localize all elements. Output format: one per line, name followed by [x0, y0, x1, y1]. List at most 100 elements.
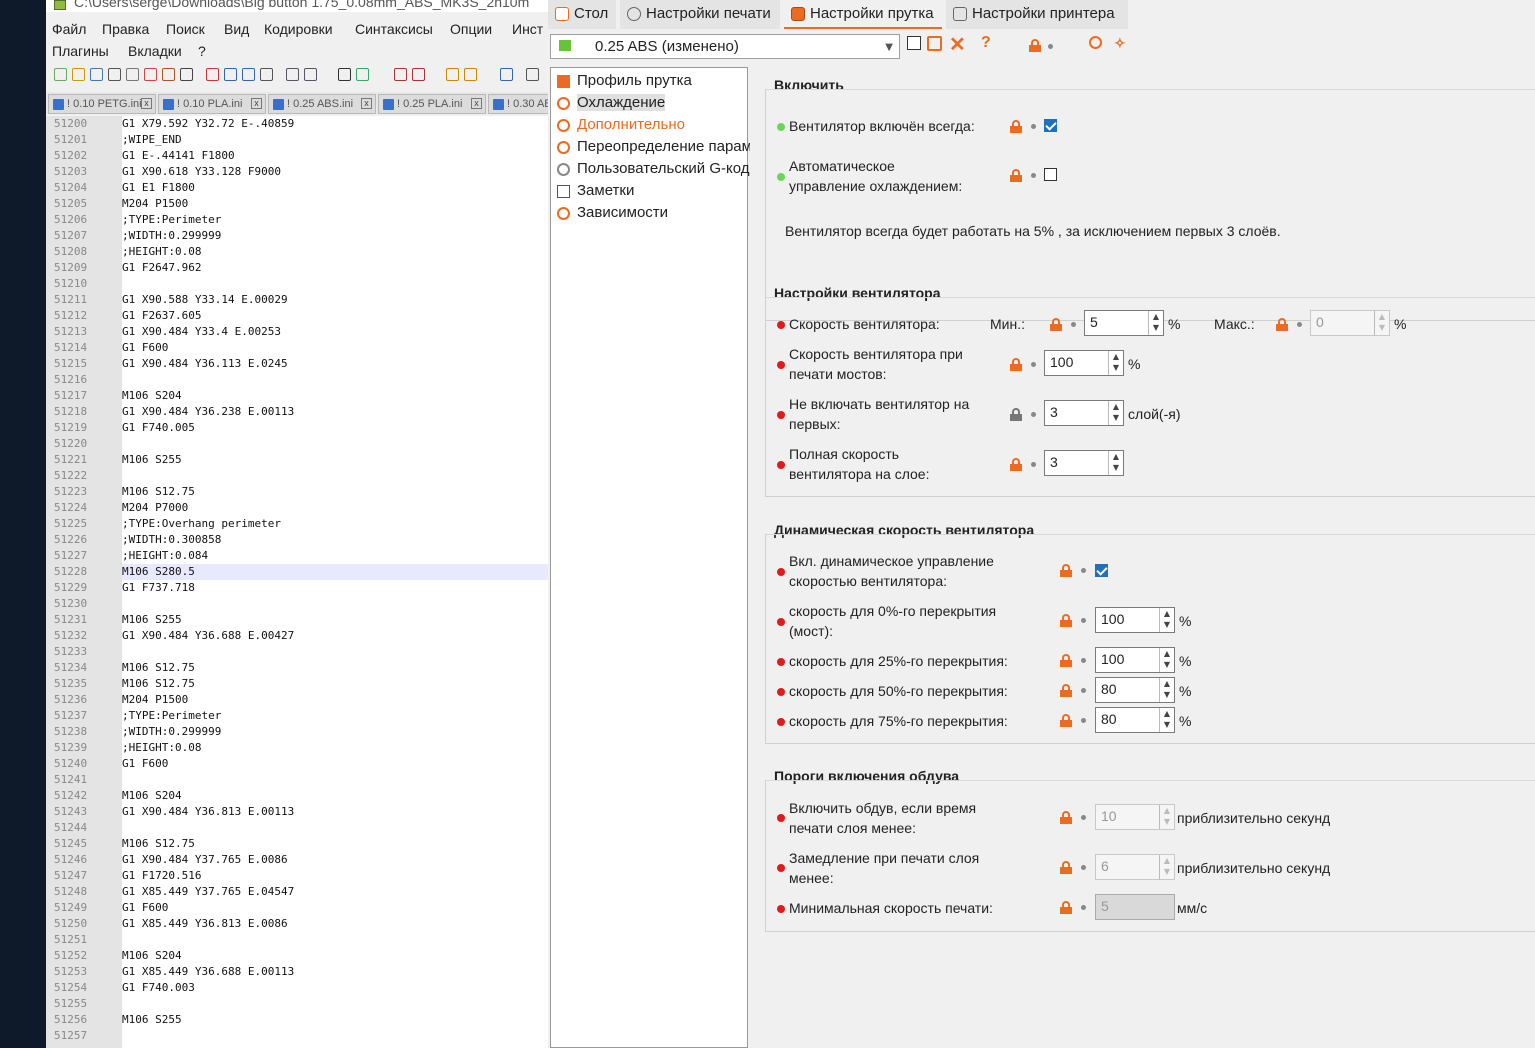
close-icon[interactable]: x — [471, 98, 482, 109]
dynamic-fan-checkbox[interactable] — [1095, 564, 1108, 577]
toolbar-icon[interactable] — [90, 68, 103, 81]
edit-icon[interactable] — [927, 36, 942, 51]
npp-menu-item[interactable]: ? — [198, 43, 206, 59]
npp-file-tab[interactable]: ! 0.30 ABS.inix — [488, 94, 548, 114]
spin-arrows-icon[interactable]: ▲ ▼ — [1159, 608, 1174, 632]
min-print-speed-field[interactable]: 5 — [1095, 894, 1175, 920]
toolbar-icon[interactable] — [412, 68, 425, 81]
npp-file-tab[interactable]: ! 0.10 PLA.ini x — [158, 94, 266, 114]
toolbar-icon[interactable] — [394, 68, 407, 81]
toolbar-icon[interactable] — [304, 68, 317, 81]
tab-printer-settings[interactable]: Настройки принтера — [946, 0, 1128, 29]
npp-menu-item[interactable]: Поиск — [166, 21, 205, 37]
overlap-75-spin[interactable]: 80 ▲ ▼ — [1095, 707, 1175, 733]
npp-menu-item[interactable]: Плагины — [52, 43, 109, 59]
toolbar-icon[interactable] — [464, 68, 477, 81]
spin-arrows-icon[interactable]: ▲ ▼ — [1159, 708, 1174, 732]
overlap-0-spin[interactable]: 100 ▲ ▼ — [1095, 607, 1175, 633]
toolbar-icon[interactable] — [286, 68, 299, 81]
close-icon[interactable]: x — [361, 98, 372, 109]
full-fan-spin[interactable]: 3 ▲ ▼ — [1044, 450, 1124, 476]
toolbar-icon[interactable] — [206, 68, 219, 81]
toolbar-icon[interactable] — [338, 68, 351, 81]
tree-item-overrides[interactable]: Переопределение парам — [557, 138, 752, 158]
delete-icon[interactable]: ✕ — [949, 32, 966, 57]
close-icon[interactable]: x — [141, 98, 152, 109]
search-icon[interactable] — [1089, 36, 1102, 49]
toolbar-icon[interactable] — [526, 68, 539, 81]
fan-always-checkbox[interactable] — [1044, 119, 1057, 132]
toolbar-icon[interactable] — [180, 68, 193, 81]
toolbar-icon[interactable] — [446, 68, 459, 81]
tree-item-advanced[interactable]: Дополнительно — [557, 116, 685, 136]
toolbar-icon[interactable] — [144, 68, 157, 81]
preset-combobox[interactable]: 0.25 ABS (изменено) ▼ — [550, 34, 900, 59]
tab-print-settings[interactable]: Настройки печати — [620, 0, 780, 29]
lock-icon[interactable] — [1010, 408, 1022, 421]
tree-item-cooling[interactable]: Охлаждение — [557, 94, 666, 114]
npp-menu-item[interactable]: Кодировки — [264, 21, 333, 37]
bridge-fan-spin[interactable]: 100 ▲ ▼ — [1044, 350, 1124, 376]
fan-max-spin[interactable]: 0 ▲ ▼ — [1310, 310, 1390, 336]
tree-item-custom-gcode[interactable]: Пользовательский G-код — [557, 160, 750, 180]
toolbar-icon[interactable] — [126, 68, 139, 81]
toolbar-icon[interactable] — [224, 68, 237, 81]
tab-plater[interactable]: Стол — [548, 0, 616, 29]
lock-icon[interactable] — [1050, 318, 1062, 331]
npp-file-tab[interactable]: ! 0.10 PETG.ini x — [48, 94, 156, 114]
tab-filament-settings[interactable]: Настройки прутка — [784, 0, 942, 29]
fan-min-spin[interactable]: 5 ▲ ▼ — [1084, 310, 1164, 336]
spin-arrows-icon[interactable]: ▲ ▼ — [1374, 311, 1389, 335]
toolbar-icon[interactable] — [54, 68, 67, 81]
spin-arrows-icon[interactable]: ▲ ▼ — [1148, 311, 1163, 335]
lock-icon[interactable] — [1060, 654, 1072, 667]
lock-icon[interactable] — [1060, 564, 1072, 577]
lock-icon[interactable] — [1029, 39, 1041, 52]
spin-arrows-icon[interactable]: ▲ ▼ — [1159, 678, 1174, 702]
spin-arrows-icon[interactable]: ▲ ▼ — [1108, 351, 1123, 375]
help-icon[interactable]: ? — [981, 34, 991, 52]
tree-item-dependencies[interactable]: Зависимости — [557, 204, 668, 224]
npp-menu-item[interactable]: Синтаксисы — [355, 21, 433, 37]
lock-icon[interactable] — [1060, 614, 1072, 627]
blow-time-spin[interactable]: 10 ▲ ▼ — [1095, 804, 1175, 830]
spin-arrows-icon[interactable]: ▲ ▼ — [1159, 855, 1174, 879]
tree-item-notes[interactable]: Заметки — [557, 182, 634, 202]
toolbar-icon[interactable] — [500, 68, 513, 81]
compare-icon[interactable]: ✧ — [1114, 35, 1126, 52]
lock-icon[interactable] — [1010, 169, 1022, 182]
lock-icon[interactable] — [1060, 811, 1072, 824]
disable-fan-spin[interactable]: 3 ▲ ▼ — [1044, 400, 1124, 426]
npp-file-tab[interactable]: ! 0.25 PLA.ini x — [378, 94, 486, 114]
lock-icon[interactable] — [1010, 458, 1022, 471]
tree-item-filament[interactable]: Профиль прутка — [557, 72, 692, 92]
lock-icon[interactable] — [1060, 684, 1072, 697]
lock-icon[interactable] — [1060, 714, 1072, 727]
toolbar-icon[interactable] — [260, 68, 273, 81]
slowdown-spin[interactable]: 6 ▲ ▼ — [1095, 854, 1175, 880]
toolbar-icon[interactable] — [108, 68, 121, 81]
lock-icon[interactable] — [1010, 358, 1022, 371]
lock-icon[interactable] — [1060, 901, 1072, 914]
npp-file-tab[interactable]: ! 0.25 ABS.ini x — [268, 94, 376, 114]
toolbar-icon[interactable] — [162, 68, 175, 81]
lock-icon[interactable] — [1276, 318, 1288, 331]
spin-arrows-icon[interactable]: ▲ ▼ — [1159, 648, 1174, 672]
overlap-25-spin[interactable]: 100 ▲ ▼ — [1095, 647, 1175, 673]
spin-arrows-icon[interactable]: ▲ ▼ — [1108, 401, 1123, 425]
auto-cooling-checkbox[interactable] — [1044, 168, 1057, 181]
spin-arrows-icon[interactable]: ▲ ▼ — [1108, 451, 1123, 475]
npp-menu-item[interactable]: Инст — [512, 21, 543, 37]
close-icon[interactable]: x — [251, 98, 262, 109]
npp-menu-item[interactable]: Файл — [52, 21, 86, 37]
lock-icon[interactable] — [1010, 120, 1022, 133]
spin-arrows-icon[interactable]: ▲ ▼ — [1159, 805, 1174, 829]
npp-editor[interactable]: 51200 G1 X79.592 Y32.72 E-.40859 51201 ;WIP… — [46, 116, 548, 1048]
lock-icon[interactable] — [1060, 861, 1072, 874]
save-icon[interactable] — [907, 36, 921, 50]
overlap-50-spin[interactable]: 80 ▲ ▼ — [1095, 677, 1175, 703]
toolbar-icon[interactable] — [356, 68, 369, 81]
toolbar-icon[interactable] — [72, 68, 85, 81]
npp-menu-item[interactable]: Опции — [450, 21, 492, 37]
npp-menu-item[interactable]: Вид — [224, 21, 249, 37]
